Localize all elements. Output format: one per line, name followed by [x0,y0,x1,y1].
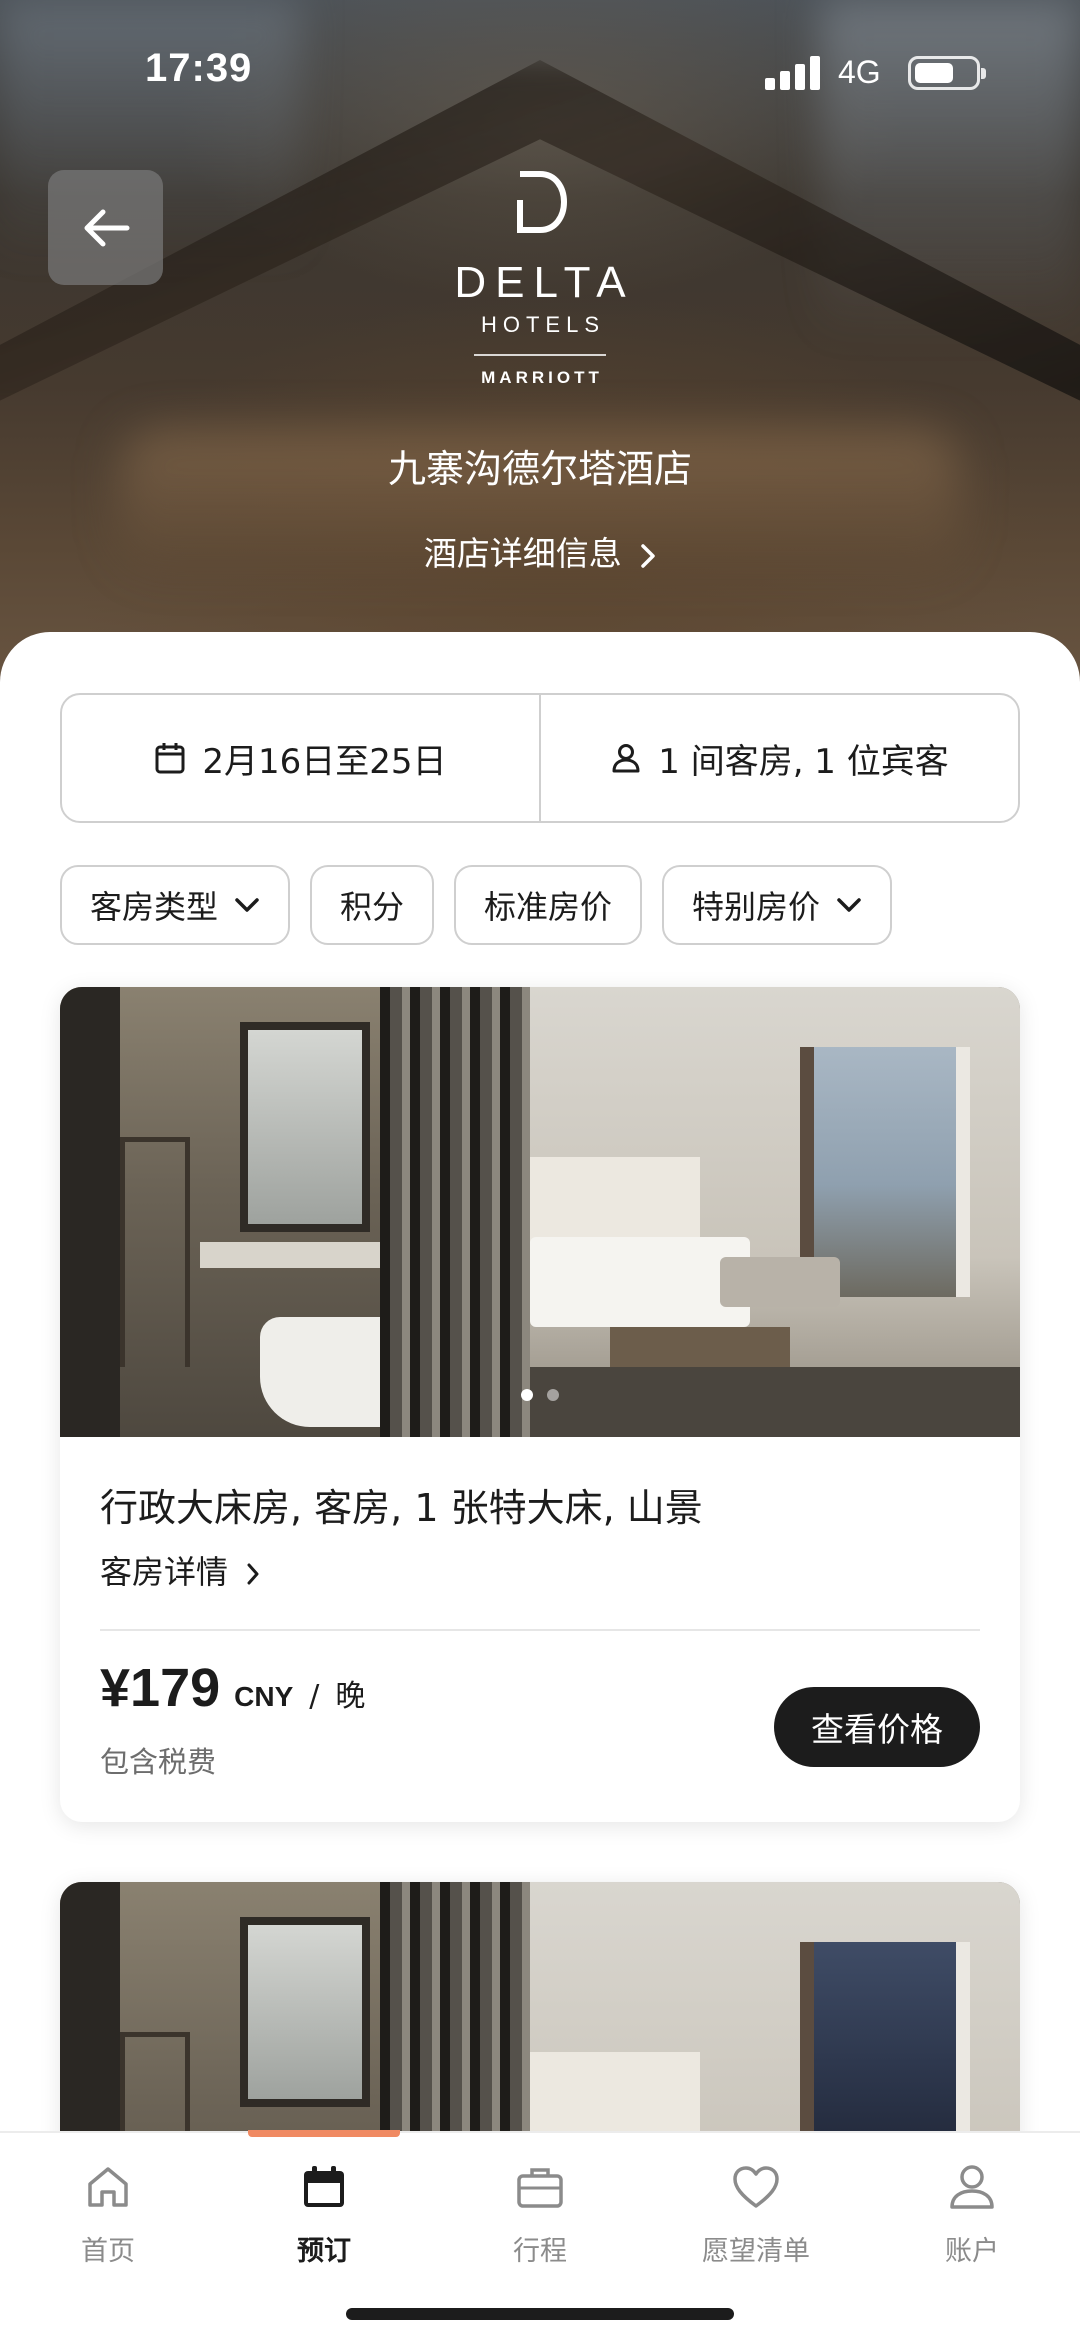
chevron-down-icon [234,897,260,913]
date-selector[interactable]: 2月16日至25日 [62,695,539,821]
chevron-right-icon [247,1563,259,1585]
tab-home[interactable]: 首页 [0,2159,216,2268]
filter-chips: 客房类型 积分 标准房价 特别房价 [60,865,912,945]
date-range: 2月16日至25日 [202,741,447,782]
tab-label: 愿望清单 [702,2236,810,2267]
chevron-down-icon [836,897,862,913]
filter-points[interactable]: 积分 [310,865,435,945]
tab-wishlist[interactable]: 愿望清单 [648,2159,864,2268]
filter-room-type[interactable]: 客房类型 [60,865,291,945]
briefcase-icon [432,2159,648,2215]
chevron-right-icon [641,543,655,568]
heart-icon [648,2159,864,2215]
home-icon [0,2159,216,2215]
view-price-button[interactable]: 查看价格 [774,1687,980,1767]
status-time: 17:39 [145,46,253,90]
room-card: 行政大床房, 客房, 1 张特大床, 山景 客房详情 ¥179 CNY / 晚 … [60,987,1020,1822]
room-title: 行政大床房, 客房, 1 张特大床, 山景 [100,1486,703,1530]
search-summary: 2月16日至25日 1 间客房, 1 位宾客 [60,693,1020,823]
tab-booking[interactable]: 预订 [216,2159,432,2268]
carousel-dot [547,1389,559,1401]
filter-special-rate[interactable]: 特别房价 [662,865,893,945]
calendar-icon [216,2159,432,2215]
carousel-dot-active [521,1389,533,1401]
brand-parent: MARRIOTT [481,368,603,387]
room-details-label: 客房详情 [100,1553,229,1591]
divider [100,1629,980,1631]
brand-sub: HOTELS [480,312,606,337]
guest-summary: 1 间客房, 1 位宾客 [658,741,949,782]
price-separator: / [309,1679,320,1714]
home-indicator [346,2308,734,2320]
person-icon [864,2159,1080,2215]
tab-trips[interactable]: 行程 [432,2159,648,2268]
price-currency: CNY [234,1681,294,1712]
hotel-info-link[interactable]: 酒店详细信息 [0,527,1080,575]
tab-account[interactable]: 账户 [864,2159,1080,2268]
booking-screen: 17:39 4G DELTA HOTELS MARRIOTT 九寨沟德尔塔酒店 … [0,0,1080,2341]
room-photo-carousel[interactable] [60,987,1020,1437]
person-icon [610,742,642,774]
calendar-icon [154,741,186,775]
room-price: ¥179 CNY / 晚 [100,1657,365,1719]
tab-label: 预订 [297,2236,351,2267]
battery-icon [908,56,986,90]
signal-icon [765,56,821,90]
room-details-link[interactable]: 客房详情 [100,1547,260,1593]
tab-label: 账户 [945,2236,999,2267]
filter-label: 特别房价 [692,888,821,926]
guest-selector[interactable]: 1 间客房, 1 位宾客 [539,695,1018,821]
tab-label: 行程 [513,2236,567,2267]
tab-label: 首页 [81,2236,135,2267]
brand-name: DELTA [454,258,635,307]
filter-standard-rate[interactable]: 标准房价 [454,865,643,945]
price-unit: 晚 [335,1679,366,1714]
active-tab-indicator [248,2130,400,2137]
filter-label: 积分 [340,888,405,926]
delta-logo-icon [517,171,568,233]
tax-note: 包含税费 [100,1745,217,1779]
filter-label: 标准房价 [484,888,613,926]
network-label: 4G [838,54,881,90]
hotel-info-label: 酒店详细信息 [423,534,622,573]
hotel-brand-logo: DELTA HOTELS MARRIOTT [0,170,1080,388]
status-bar: 17:39 4G [0,0,1080,140]
price-amount: ¥179 [100,1658,221,1718]
carousel-dots [60,1389,1020,1401]
filter-label: 客房类型 [90,888,219,926]
hotel-name: 九寨沟德尔塔酒店 [387,447,692,491]
